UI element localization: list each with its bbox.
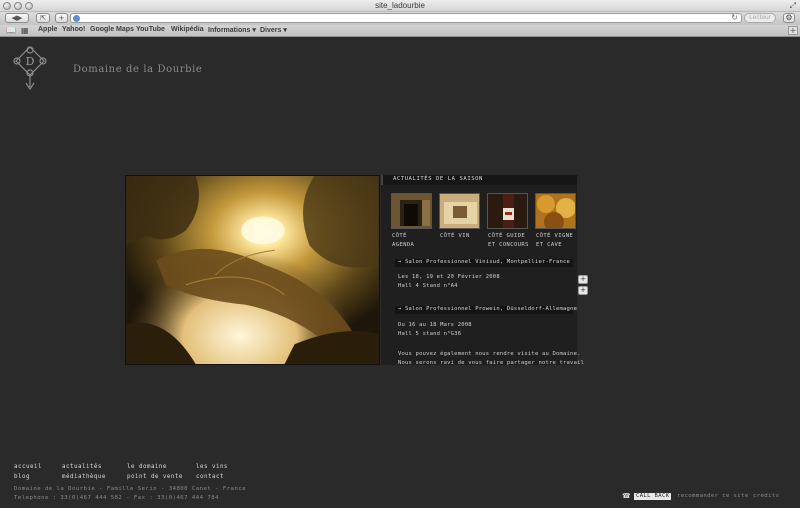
bookmark-divers[interactable]: Divers ▾ [260, 26, 287, 34]
bookmark-yahoo[interactable]: Yahoo! [62, 26, 85, 33]
browser-toolbar: ◀▶ ⇱ + ↻ Lecteur ⚙ [0, 12, 800, 25]
reader-button[interactable]: Lecteur [744, 13, 776, 23]
event-title[interactable]: → Salon Professionnel Prowein, Düsseldor… [398, 306, 577, 312]
plus-icon: + [580, 275, 586, 283]
share-button[interactable]: ⇱ [36, 13, 50, 23]
wine-box-image [440, 194, 479, 228]
event-title-bar[interactable]: → Salon Professionnel Vinisud, Montpelli… [395, 259, 573, 267]
gear-icon: ⚙ [785, 13, 793, 22]
share-icon: ⇱ [40, 14, 46, 22]
plus-icon: + [58, 14, 65, 22]
nav-point-de-vente[interactable]: point de vente [127, 474, 183, 480]
site-name[interactable]: Domaine de la Dourbie [73, 64, 202, 75]
back-forward-buttons[interactable]: ◀▶ [5, 13, 29, 23]
category-line[interactable]: agenda [392, 241, 414, 250]
news-title: Actualités de la saison [393, 176, 483, 182]
grid-icon[interactable]: ▦ [21, 26, 29, 35]
add-bookmark-button[interactable]: + [55, 13, 68, 23]
closing-text: Vous pouvez également nous rendre visite… [398, 351, 581, 357]
news-header: Actualités de la saison [381, 175, 577, 185]
cellar-door-image [392, 194, 431, 228]
logo[interactable]: D [13, 45, 47, 91]
forward-icon[interactable]: ▶ [17, 14, 22, 22]
category-vigne[interactable]: Côté vigne et cave [536, 232, 573, 250]
globe-icon [73, 15, 80, 22]
scroll-down-button[interactable]: + [578, 286, 588, 295]
settings-button[interactable]: ⚙ [783, 13, 795, 23]
fullscreen-icon[interactable]: ⤢ [790, 1, 796, 11]
nav-les-vins[interactable]: les vins [196, 464, 228, 470]
nav-mediatheque[interactable]: médiathèque [62, 474, 106, 480]
event-title-bar[interactable]: → Salon Professionnel Prowein, Düsseldor… [395, 306, 577, 314]
bookmark-apple[interactable]: Apple [38, 26, 57, 33]
thumb-vin[interactable] [439, 193, 480, 229]
new-tab-button[interactable]: + [788, 26, 798, 35]
news-panel: Actualités de la saison [381, 175, 584, 365]
bookmark-google-maps[interactable]: Google Maps [90, 26, 134, 33]
category-line[interactable]: et concours [488, 241, 529, 250]
window-title: site_ladourbie [375, 1, 425, 10]
plus-icon: + [580, 286, 586, 294]
scroll-up-button[interactable]: + [578, 275, 588, 284]
bottle-image [488, 194, 527, 228]
bookmarks-bar: 📖 ▦ Apple Yahoo! Google Maps YouTube Wik… [0, 25, 800, 37]
event-date: Les 18, 19 et 20 Février 2008 [398, 274, 500, 280]
autumn-vines-image [536, 194, 575, 228]
category-agenda[interactable]: Côté agenda [392, 232, 414, 250]
vine-leaf-photo [125, 175, 380, 365]
event-title[interactable]: → Salon Professionnel Vinisud, Montpelli… [398, 259, 570, 265]
footer-address: Domaine de la Dourbie - Famille Serin - … [14, 486, 247, 492]
footer-contact: Telephone : 33(0)467 444 582 - Fax : 33(… [14, 495, 219, 501]
category-line[interactable]: Côté vigne [536, 232, 573, 241]
credits-link[interactable]: crédits [753, 493, 779, 499]
nav-accueil[interactable]: accueil [14, 464, 42, 470]
callback-label[interactable]: call back [634, 493, 672, 500]
bookmark-youtube[interactable]: YouTube [136, 26, 165, 33]
address-bar[interactable]: ↻ [70, 13, 742, 23]
reload-icon[interactable]: ↻ [731, 13, 738, 22]
event-date: Du 16 au 18 Mars 2008 [398, 322, 472, 328]
event-stand: Hall 5 stand n°G36 [398, 331, 462, 337]
bookmark-informations[interactable]: Informations ▾ [208, 26, 256, 34]
nav-blog[interactable]: blog [14, 474, 30, 480]
logo-letter: D [26, 55, 35, 68]
phone-icon: ☎ [622, 492, 631, 500]
category-line[interactable]: et cave [536, 241, 573, 250]
recommend-link[interactable]: recommander ce site [677, 493, 749, 499]
window-titlebar: site_ladourbie ⤢ [0, 0, 800, 12]
page-content: D Domaine de la Dourbie ACTUALITÉS DE LA… [0, 38, 800, 508]
nav-contact[interactable]: contact [196, 474, 224, 480]
category-line[interactable]: Côté vin [440, 232, 470, 241]
thumb-guide[interactable] [487, 193, 528, 229]
book-icon[interactable]: 📖 [6, 26, 16, 35]
category-line[interactable]: Côté guide [488, 232, 529, 241]
category-guide[interactable]: Côté guide et concours [488, 232, 529, 250]
category-vin[interactable]: Côté vin [440, 232, 470, 241]
thumb-agenda[interactable] [391, 193, 432, 229]
event-stand: Hall 4 Stand n°A4 [398, 283, 458, 289]
closing-text-cut: Nous serons ravi de vous faire partager … [398, 360, 585, 365]
thumb-vigne[interactable] [535, 193, 576, 229]
bookmark-wikipedia[interactable]: Wikipédia [171, 26, 204, 33]
nav-actualites[interactable]: actualités [62, 464, 102, 470]
category-line[interactable]: Côté [392, 232, 414, 241]
nav-le-domaine[interactable]: le domaine [127, 464, 167, 470]
